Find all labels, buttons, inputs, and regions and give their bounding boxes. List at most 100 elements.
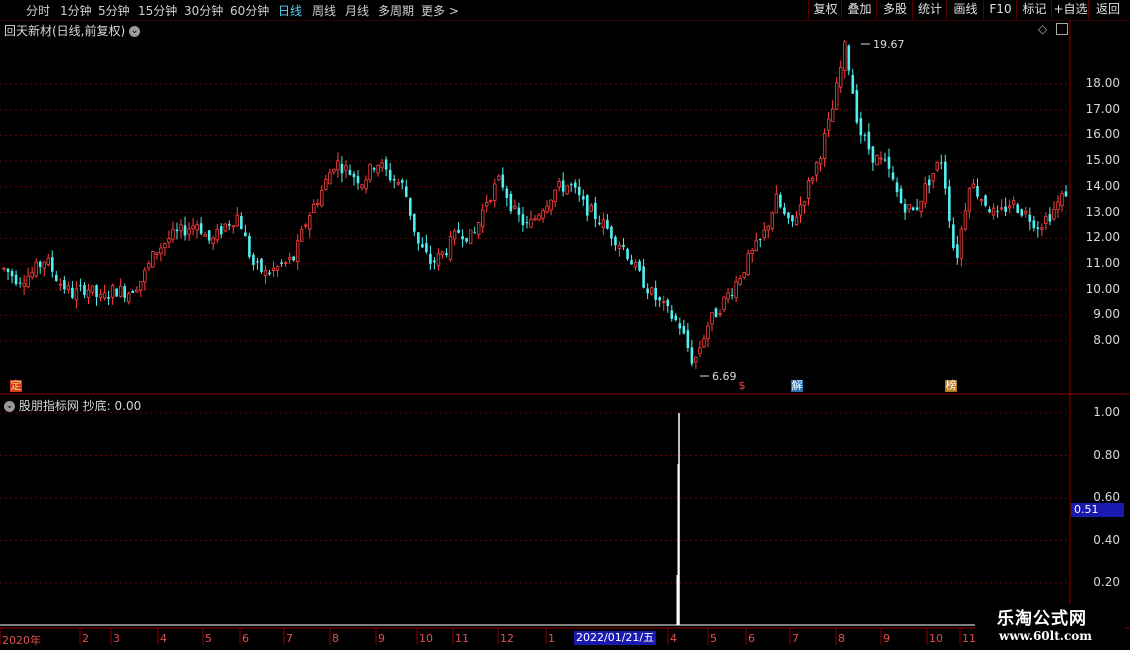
- candle-body: [215, 228, 219, 241]
- candle-body: [155, 252, 159, 255]
- candle-body: [235, 214, 240, 227]
- candle-body: [517, 207, 521, 215]
- candle-body: [794, 216, 799, 226]
- candle-body: [473, 232, 476, 234]
- cursor-date: 2022/01/21/五: [574, 631, 657, 645]
- candle-body: [90, 285, 95, 293]
- candle-body: [30, 272, 34, 278]
- candle-body: [497, 175, 501, 181]
- candle-body: [1052, 208, 1056, 220]
- indicator-tick: 0.40: [1093, 532, 1120, 547]
- candle-body: [268, 272, 271, 275]
- candle-body: [931, 173, 935, 182]
- candle-body: [750, 250, 754, 254]
- candle-body: [666, 299, 670, 307]
- candle-body: [976, 186, 979, 197]
- candle-body: [939, 162, 943, 164]
- candle-body: [396, 182, 400, 185]
- candle-body: [227, 224, 231, 226]
- candle-body: [718, 313, 722, 316]
- candle-body: [457, 229, 460, 233]
- price-tick: 12.00: [1085, 230, 1120, 245]
- candle-body: [791, 215, 794, 222]
- candle-body: [706, 325, 710, 340]
- price-tick: 17.00: [1085, 101, 1120, 116]
- time-label: 5: [205, 632, 212, 645]
- candle-body: [179, 224, 183, 232]
- candle-body: [55, 274, 58, 281]
- candle-body: [585, 195, 589, 216]
- candle-body: [774, 193, 779, 214]
- candle-body: [231, 225, 236, 228]
- candle-body: [967, 188, 972, 212]
- candle-body: [927, 179, 931, 186]
- candle-body: [211, 237, 215, 244]
- chevron-down-icon[interactable]: ⌄: [4, 401, 15, 412]
- candle-body: [630, 260, 633, 265]
- candle-body: [598, 222, 601, 225]
- candle-body: [996, 210, 999, 212]
- candle-body: [999, 207, 1004, 210]
- price-tick: 18.00: [1085, 76, 1120, 90]
- candle-body: [417, 232, 420, 244]
- indicator-title-text: 股朋指标网 抄底: 0.00: [18, 399, 142, 413]
- candle-body: [143, 269, 147, 283]
- candle-body: [175, 229, 179, 232]
- candle-body: [1024, 210, 1028, 214]
- candle-body: [702, 338, 706, 348]
- watermark-brand: 乐淘公式网: [997, 609, 1087, 629]
- candle-body: [698, 347, 702, 354]
- candle-body: [368, 163, 372, 181]
- candle-body: [263, 270, 268, 276]
- event-marker[interactable]: 榜: [945, 380, 957, 392]
- candle-body: [86, 289, 91, 299]
- time-label: 10: [929, 632, 943, 645]
- candle-body: [758, 238, 762, 240]
- candle-body: [135, 289, 139, 293]
- candle-body: [388, 169, 392, 181]
- candle-body: [783, 207, 786, 214]
- candle-body: [465, 237, 468, 242]
- candle-body: [299, 229, 304, 242]
- candle-body: [356, 176, 360, 184]
- candle-body: [159, 247, 163, 254]
- candle-body: [746, 252, 750, 275]
- candle-body: [710, 312, 714, 325]
- kline-chart[interactable]: [0, 0, 1130, 650]
- candle-body: [10, 271, 14, 277]
- event-marker[interactable]: 解: [791, 380, 803, 392]
- candle-body: [863, 135, 867, 137]
- event-marker[interactable]: 定: [10, 380, 22, 392]
- candle-body: [316, 202, 320, 205]
- candle-body: [50, 257, 54, 272]
- candle-body: [18, 282, 22, 284]
- event-marker[interactable]: $: [736, 380, 748, 392]
- candle-body: [843, 41, 847, 71]
- candle-body: [561, 180, 565, 192]
- candle-body: [851, 74, 855, 94]
- candle-body: [654, 287, 657, 300]
- candle-body: [883, 159, 887, 161]
- candle-body: [167, 238, 171, 243]
- indicator-tick: 0.80: [1093, 447, 1120, 462]
- candle-body: [445, 252, 448, 256]
- time-label: 12: [500, 632, 514, 645]
- candle-body: [726, 292, 730, 300]
- candle-body: [187, 228, 191, 235]
- candle-body: [203, 233, 207, 237]
- time-label: 6: [242, 632, 249, 645]
- candle-body: [633, 262, 638, 268]
- candle-body: [408, 197, 412, 216]
- candle-body: [256, 261, 259, 263]
- candle-body: [14, 274, 18, 285]
- candle-body: [452, 230, 457, 240]
- candle-body: [1004, 206, 1007, 212]
- candle-body: [979, 199, 984, 202]
- candle-body: [308, 215, 312, 230]
- candle-body: [626, 248, 629, 260]
- indicator-title[interactable]: ⌄ 股朋指标网 抄底: 0.00: [4, 397, 141, 414]
- candle-body: [581, 196, 585, 200]
- candle-body: [392, 178, 396, 181]
- candle-body: [887, 156, 891, 169]
- candle-body: [867, 131, 871, 150]
